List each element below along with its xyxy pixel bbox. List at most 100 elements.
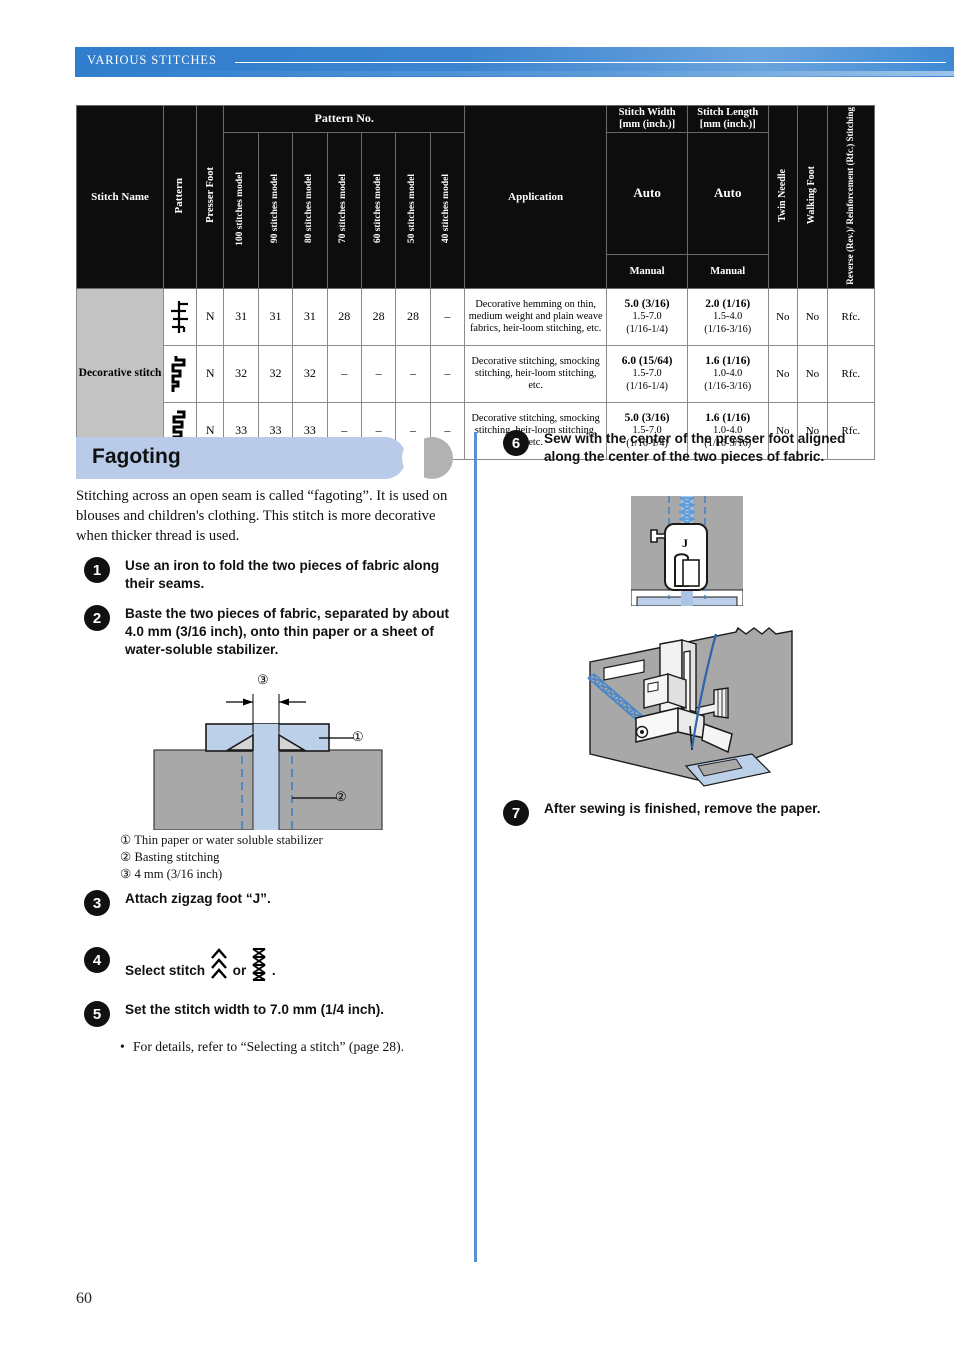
step-4-number: 4 xyxy=(84,947,110,973)
page-number: 60 xyxy=(76,1290,92,1307)
sewing-perspective-svg xyxy=(587,626,793,787)
decorative-stitch-ladder-icon xyxy=(170,300,188,333)
cell-num-50: – xyxy=(395,344,431,403)
step-4-text-after: . xyxy=(271,963,276,978)
cell-pattern-icon xyxy=(163,287,197,346)
step-7-number: 7 xyxy=(503,800,529,826)
col-model-90: 90 stitches model xyxy=(257,131,294,289)
header-row-1: Stitch Name Pattern Presser Foot Pattern… xyxy=(76,105,876,289)
cell-num-80: 32 xyxy=(292,344,328,403)
col-twin-needle: Twin Needle xyxy=(767,105,799,289)
step-1-text: Use an iron to fold the two pieces of fa… xyxy=(125,558,440,592)
cell-num-100: 31 xyxy=(223,287,259,346)
stitch-spec-table: Stitch Name Pattern Presser Foot Pattern… xyxy=(76,105,876,460)
cell-reverse: Rfc. xyxy=(826,344,876,403)
cell-num-40: – xyxy=(429,287,466,346)
cell-walking-foot: No xyxy=(797,344,828,403)
section-header: Fagoting xyxy=(76,437,456,479)
col-application: Application xyxy=(463,105,608,289)
step-4-text: Select stitch or . xyxy=(125,947,459,981)
fagoting-stitch-b-icon xyxy=(252,948,266,981)
step-1: 1 Use an iron to fold the two pieces of … xyxy=(84,557,459,593)
step-2-number: 2 xyxy=(84,605,110,631)
cell-stitch-width: 6.0 (15/64) 1.5-7.0 (1/16-1/4) xyxy=(606,344,688,403)
width-auto-value: 5.0 (3/16) xyxy=(624,411,670,424)
width-range-in: (1/16-1/4) xyxy=(626,323,668,335)
cell-num-40: – xyxy=(429,344,466,403)
stitch-spec-table-wrapper: Stitch Name Pattern Presser Foot Pattern… xyxy=(76,105,876,460)
cell-twin-needle: No xyxy=(767,344,799,403)
cell-walking-foot: No xyxy=(797,287,828,346)
legend-marker-1: ① xyxy=(120,833,132,847)
col-stitch-length: Stitch Length [mm (inch.)] xyxy=(686,105,769,133)
step-7-text: After sewing is finished, remove the pap… xyxy=(544,801,821,816)
length-range-mm: 1.0-4.0 xyxy=(713,368,743,380)
col-presser-foot: Presser Foot xyxy=(195,105,225,289)
step-4-text-mid: or xyxy=(232,963,247,978)
col-model-100: 100 stitches model xyxy=(223,131,259,289)
length-auto-value: 1.6 (1/16) xyxy=(705,411,751,424)
cell-twin-needle: No xyxy=(767,287,799,346)
col-pattern-no: Pattern No. xyxy=(223,105,465,133)
running-header-title: VARIOUS STITCHES xyxy=(87,53,217,67)
step-5-text: Set the stitch width to 7.0 mm (1/4 inch… xyxy=(125,1002,385,1017)
cell-num-60: 28 xyxy=(360,287,397,346)
step-1-number: 1 xyxy=(84,557,110,583)
col-model-60: 60 stitches model xyxy=(360,131,397,289)
step-6: 6 Sew with the center of the presser foo… xyxy=(503,430,878,466)
section-ball xyxy=(402,437,453,479)
figure-marker-2: ② xyxy=(335,789,347,804)
step-3-text: Attach zigzag foot “J”. xyxy=(125,891,271,906)
step-6-number: 6 xyxy=(503,430,529,456)
step-2-text: Baste the two pieces of fabric, separate… xyxy=(125,606,450,658)
col-length-auto: Auto xyxy=(686,131,769,255)
fagoting-stitch-a-icon xyxy=(210,948,227,979)
step-5-number: 5 xyxy=(84,1001,110,1027)
presser-foot-top-view-svg xyxy=(630,496,744,607)
fagoting-cross-section-figure: ③ ① ② xyxy=(132,672,462,831)
legend-text-3: 4 mm (3/16 inch) xyxy=(134,867,223,881)
step-4-text-before: Select stitch xyxy=(125,963,206,978)
cell-presser-foot: N xyxy=(195,344,225,403)
legend-text-2: Basting stitching xyxy=(134,850,220,864)
legend-item-2: ② Basting stitching xyxy=(120,849,450,866)
cell-num-70: – xyxy=(326,344,362,403)
section-intro: Stitching across an open seam is called … xyxy=(76,488,448,544)
figure-marker-1: ① xyxy=(352,729,364,744)
presser-foot-label: J xyxy=(682,536,688,550)
cell-num-70: 28 xyxy=(326,287,362,346)
cell-num-60: – xyxy=(360,344,397,403)
cell-stitch-length: 2.0 (1/16) 1.5-4.0 (1/16-3/16) xyxy=(686,287,769,346)
column-divider xyxy=(474,432,477,1262)
cell-presser-foot: N xyxy=(195,287,225,346)
col-model-70: 70 stitches model xyxy=(326,131,362,289)
width-range-mm: 1.5-7.0 xyxy=(632,311,662,323)
col-model-80: 80 stitches model xyxy=(292,131,328,289)
cell-num-100: 32 xyxy=(223,344,259,403)
col-width-manual: Manual xyxy=(606,253,688,289)
col-length-manual: Manual xyxy=(686,253,769,289)
col-walking-foot: Walking Foot xyxy=(797,105,828,289)
fabric-cross-section-svg xyxy=(153,694,383,831)
width-auto-value: 6.0 (15/64) xyxy=(621,354,673,367)
figure-legend: ① Thin paper or water soluble stabilizer… xyxy=(120,832,450,883)
step-5-note: • For details, refer to “Selecting a sti… xyxy=(120,1038,440,1056)
cell-application: Decorative hemming on thin, medium weigh… xyxy=(463,287,608,346)
step-3-number: 3 xyxy=(84,890,110,916)
cell-num-50: 28 xyxy=(395,287,431,346)
step-6-text: Sew with the center of the presser foot … xyxy=(544,431,846,465)
width-range-in: (1/16-1/4) xyxy=(626,380,668,392)
length-range-in: (1/16-3/16) xyxy=(704,323,752,335)
cell-num-90: 32 xyxy=(257,344,294,403)
col-pattern: Pattern xyxy=(163,105,197,289)
length-auto-value: 2.0 (1/16) xyxy=(705,297,751,310)
legend-marker-3: ③ xyxy=(120,867,132,881)
cell-num-90: 31 xyxy=(257,287,294,346)
table-head: Stitch Name Pattern Presser Foot Pattern… xyxy=(76,105,876,289)
step-2: 2 Baste the two pieces of fabric, separa… xyxy=(84,605,459,659)
legend-item-3: ③ 4 mm (3/16 inch) xyxy=(120,866,450,883)
cell-group-name: Decorative stitch xyxy=(76,287,164,460)
sewing-machine-perspective-figure xyxy=(586,626,796,794)
legend-marker-2: ② xyxy=(120,850,132,864)
step-4: 4 Select stitch or . xyxy=(84,947,459,981)
